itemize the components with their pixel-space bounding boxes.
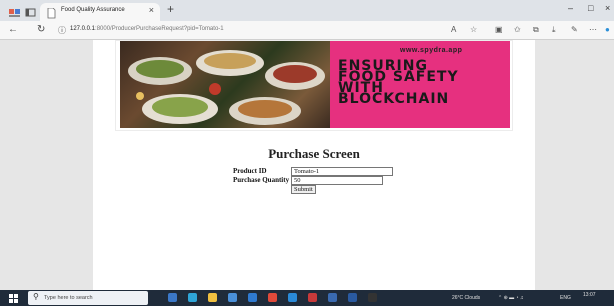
tab-close-icon[interactable]: × — [149, 5, 154, 15]
banner: www.spydra.app ENSURING FOOD SAFETY WITH… — [115, 40, 513, 131]
clock[interactable]: 13:07 — [583, 292, 596, 298]
windows-start-icon[interactable] — [9, 294, 18, 305]
search-icon: ⚲ — [33, 292, 39, 301]
tray-icons[interactable]: ⌃ ⊕ ▬ ◔ ♫ — [498, 295, 524, 301]
minimize-button[interactable]: – — [568, 3, 573, 13]
task-view-icon[interactable] — [168, 293, 177, 302]
collections-icon[interactable]: ⧉ — [533, 25, 539, 35]
search-placeholder: Type here to search — [44, 295, 93, 301]
downloads-icon[interactable]: ⤓ — [552, 25, 556, 35]
split-screen-icon[interactable]: ▣ — [495, 25, 503, 34]
purchase-quantity-label: Purchase Quantity — [233, 176, 290, 184]
url-path: :8000/ProducerPurchaseRequest?pid=Tomato… — [95, 26, 224, 32]
submit-button[interactable]: Submit — [291, 185, 316, 194]
store-icon[interactable] — [228, 293, 237, 302]
chrome-icon[interactable] — [268, 293, 277, 302]
language-indicator[interactable]: ENG — [560, 295, 571, 301]
food-photo — [120, 41, 330, 128]
site-info-icon[interactable]: ⓘ — [58, 25, 66, 36]
purchase-quantity-field[interactable]: 50 — [291, 176, 383, 185]
tab-food-quality-assurance[interactable]: Food Quality Assurance × — [40, 3, 160, 21]
read-aloud-icon[interactable]: A — [451, 25, 456, 34]
address-bar: ← ↻ ⓘ 127.0.0.1:8000/ProducerPurchaseReq… — [0, 21, 614, 40]
browser-viewport: www.spydra.app ENSURING FOOD SAFETY WITH… — [0, 40, 614, 290]
copilot-icon[interactable]: ● — [605, 25, 610, 34]
tab-title: Food Quality Assurance — [61, 7, 125, 13]
banner-site-url: www.spydra.app — [400, 47, 463, 54]
tab-actions-icon[interactable] — [25, 5, 36, 17]
close-button[interactable]: × — [605, 3, 610, 13]
reload-icon[interactable]: ↻ — [37, 24, 45, 35]
extensions-icon[interactable]: ✎ — [571, 25, 578, 34]
favorite-star-icon[interactable]: ☆ — [470, 25, 477, 34]
taskbar-search[interactable]: ⚲ Type here to search — [28, 291, 148, 305]
food-photo-art — [128, 50, 325, 125]
back-icon[interactable]: ← — [8, 24, 18, 35]
python-icon[interactable] — [328, 293, 337, 302]
maximize-button[interactable]: □ — [588, 3, 593, 13]
profile-icon[interactable] — [9, 5, 20, 17]
favorites-icon[interactable]: ✩ — [514, 25, 521, 34]
headline-line-4: BLOCKCHAIN — [338, 91, 450, 107]
edge-icon[interactable] — [188, 293, 197, 302]
banner-image: www.spydra.app ENSURING FOOD SAFETY WITH… — [120, 41, 510, 128]
product-id-field[interactable]: Tomato-1 — [291, 167, 393, 176]
more-icon[interactable]: ⋯ — [589, 25, 597, 34]
page-container: www.spydra.app ENSURING FOOD SAFETY WITH… — [93, 40, 535, 290]
mail-icon[interactable] — [248, 293, 257, 302]
tab-bar: Food Quality Assurance × + – □ × — [0, 0, 614, 21]
new-tab-button[interactable]: + — [167, 2, 174, 16]
app-blue-icon[interactable] — [348, 293, 357, 302]
taskbar: ⚲ Type here to search 26°C Clouds ⌃ ⊕ ▬ … — [0, 290, 614, 306]
app-red-icon[interactable] — [308, 293, 317, 302]
terminal-icon[interactable] — [368, 293, 377, 302]
vscode-icon[interactable] — [288, 293, 297, 302]
url-host: 127.0.0.1 — [70, 26, 96, 32]
banner-headline: ENSURING FOOD SAFETY WITH BLOCKCHAIN — [338, 59, 508, 107]
product-id-label: Product ID — [233, 167, 267, 175]
page-title: Purchase Screen — [268, 146, 360, 161]
url-field[interactable]: 127.0.0.1:8000/ProducerPurchaseRequest?p… — [70, 26, 224, 32]
file-explorer-icon[interactable] — [208, 293, 217, 302]
weather-status[interactable]: 26°C Clouds — [452, 295, 480, 301]
